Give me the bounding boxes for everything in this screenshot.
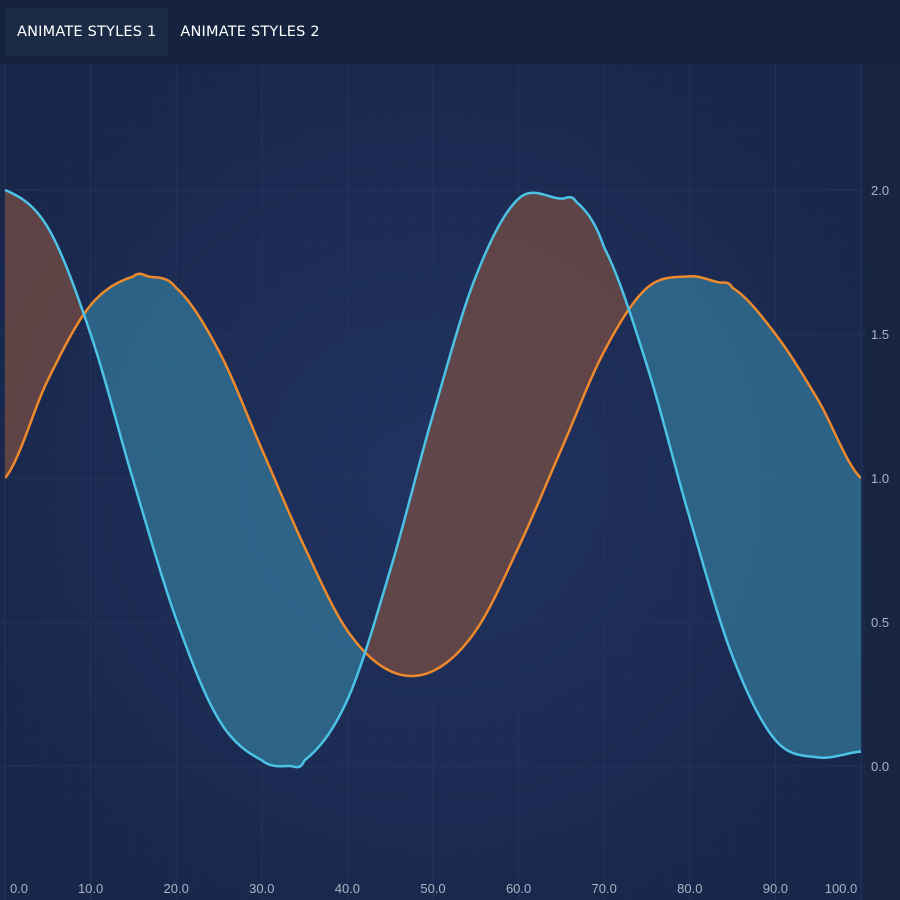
band-chart: 0.0 0.5 1.0 1.5 2.0 0.0 10.0 20.0 30.0 40.0 50.0 6… [0, 64, 889, 900]
x-tick-label: 100.0 [825, 881, 858, 896]
x-tick-label: 30.0 [249, 881, 274, 896]
x-tick-label: 40.0 [335, 881, 360, 896]
x-tick-label: 60.0 [506, 881, 531, 896]
y-tick-label: 1.0 [871, 471, 889, 486]
y-tick-label: 2.0 [871, 183, 889, 198]
x-tick-label: 10.0 [78, 881, 103, 896]
x-tick-label: 90.0 [763, 881, 788, 896]
x-tick-label: 20.0 [164, 881, 189, 896]
x-tick-label: 0.0 [10, 881, 28, 896]
animate-styles-2-button[interactable]: ANIMATE STYLES 2 [168, 8, 331, 56]
x-tick-label: 70.0 [592, 881, 617, 896]
y-tick-label: 0.5 [871, 615, 889, 630]
y-axis: 0.0 0.5 1.0 1.5 2.0 [871, 183, 889, 774]
y-tick-label: 0.0 [871, 759, 889, 774]
x-tick-label: 80.0 [677, 881, 702, 896]
x-tick-label: 50.0 [420, 881, 445, 896]
y-tick-label: 1.5 [871, 327, 889, 342]
toolbar: ANIMATE STYLES 1 ANIMATE STYLES 2 [0, 0, 900, 64]
animate-styles-1-button[interactable]: ANIMATE STYLES 1 [5, 8, 169, 56]
